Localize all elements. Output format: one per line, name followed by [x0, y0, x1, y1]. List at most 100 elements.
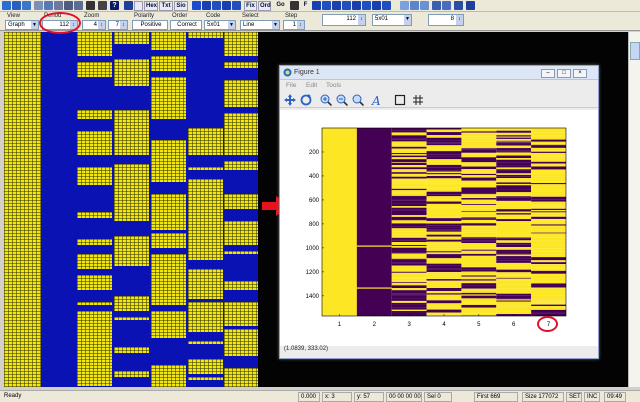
heat-cell	[461, 133, 497, 137]
status-first: First 669	[474, 392, 518, 402]
bit-block	[151, 194, 186, 209]
menu-edit[interactable]: Edit	[306, 82, 317, 89]
bit-block	[151, 311, 186, 323]
code-right-select[interactable]: 5x01 ▼	[372, 14, 412, 26]
zoom-in-icon[interactable]	[320, 94, 332, 106]
heat-cell	[426, 161, 462, 164]
zoom-stepper-b[interactable]: 7 ↕	[108, 20, 128, 30]
window-icon-4[interactable]	[432, 1, 441, 10]
blue-icon-13[interactable]	[382, 1, 391, 10]
open-icon[interactable]	[2, 1, 11, 10]
zoom-out-icon[interactable]	[336, 94, 348, 106]
grid-view-icon[interactable]	[124, 1, 133, 10]
blue-icon-4[interactable]	[222, 1, 231, 10]
window-icon-6[interactable]	[454, 1, 463, 10]
ord-button[interactable]: Ord	[258, 1, 271, 11]
heat-cell	[426, 268, 462, 269]
sio-button[interactable]: Sio	[174, 1, 188, 11]
maximize-button[interactable]: □	[557, 69, 571, 78]
blue-icon-11[interactable]	[362, 1, 371, 10]
heat-cell	[426, 309, 462, 313]
zoom-b-value: 7	[115, 22, 119, 28]
grid-icon[interactable]	[412, 94, 424, 106]
scrollbar-thumb[interactable]	[630, 42, 640, 60]
menu-tools[interactable]: Tools	[326, 82, 341, 89]
blue-icon-6[interactable]	[312, 1, 321, 10]
bit-block	[151, 233, 186, 248]
copy-icon[interactable]	[44, 1, 53, 10]
hex-button[interactable]: Hex	[144, 1, 158, 11]
polarity-select[interactable]: Positive	[132, 20, 168, 30]
blue-icon-9[interactable]	[342, 1, 351, 10]
text-tool-icon[interactable]: A	[370, 94, 382, 106]
heat-cell	[496, 169, 532, 171]
paste-icon[interactable]	[54, 1, 63, 10]
heat-cell	[496, 231, 532, 235]
blue-icon-2[interactable]	[202, 1, 211, 10]
bit-block	[224, 47, 258, 56]
rotate-icon[interactable]	[300, 94, 312, 106]
window-icon-3[interactable]	[420, 1, 429, 10]
delete-icon[interactable]	[64, 1, 73, 10]
order-select[interactable]: Correct	[170, 20, 202, 30]
pan-icon[interactable]	[284, 94, 296, 106]
minimize-button[interactable]: –	[541, 69, 555, 78]
heat-cell	[391, 155, 427, 158]
window-icon-1[interactable]	[400, 1, 409, 10]
heat-cell	[461, 219, 497, 222]
calc-icon[interactable]	[86, 1, 95, 10]
blue-icon-12[interactable]	[372, 1, 381, 10]
window-icon-5[interactable]	[442, 1, 451, 10]
heat-cell	[531, 295, 566, 299]
heat-cell	[391, 265, 427, 267]
blue-icon-5[interactable]	[232, 1, 241, 10]
blue-icon-8[interactable]	[332, 1, 341, 10]
go-button[interactable]: Go	[274, 1, 287, 11]
zoom-region-icon[interactable]	[352, 94, 364, 106]
heat-cell	[496, 213, 532, 215]
print-icon[interactable]	[74, 1, 83, 10]
f-button[interactable]: F	[301, 1, 310, 11]
cut-icon[interactable]	[34, 1, 43, 10]
period-right-stepper[interactable]: 112 ↕	[322, 14, 366, 26]
heat-cell	[391, 269, 427, 272]
heat-cell	[531, 251, 566, 255]
step-stepper[interactable]: 1 ↕	[283, 20, 305, 30]
export-icon[interactable]	[22, 1, 31, 10]
square-icon[interactable]	[394, 94, 406, 106]
blue-icon-1[interactable]	[192, 1, 201, 10]
window-icon-7[interactable]	[466, 1, 475, 10]
heat-cell	[391, 240, 427, 243]
heat-cell	[531, 169, 566, 172]
mode-button-1[interactable]	[134, 1, 143, 11]
window-icon-2[interactable]	[410, 1, 419, 10]
figure-titlebar[interactable]: Figure 1 – □ ×	[280, 66, 598, 80]
vertical-scrollbar[interactable]	[628, 32, 640, 387]
settings-icon[interactable]	[98, 1, 107, 10]
view-select[interactable]: Graph ▼	[5, 20, 39, 30]
blue-icon-10[interactable]	[352, 1, 361, 10]
heat-cell	[461, 310, 497, 313]
blue-icon-7[interactable]	[322, 1, 331, 10]
heat-cell	[531, 218, 566, 220]
fix-button[interactable]: Fix	[244, 1, 257, 11]
heat-cell	[461, 257, 497, 261]
bit-block	[77, 242, 112, 245]
heat-cell	[426, 156, 462, 160]
txt-button[interactable]: Txt	[159, 1, 173, 11]
bit-block	[224, 386, 258, 387]
select-mode-select[interactable]: Line ▼	[240, 20, 280, 30]
page-stepper[interactable]: 8 ↕	[428, 14, 464, 26]
code-select[interactable]: 5x01 ▼	[204, 20, 236, 30]
find-icon[interactable]	[290, 1, 299, 10]
blue-icon-3[interactable]	[212, 1, 221, 10]
heat-cell	[496, 288, 532, 290]
menu-file[interactable]: File	[286, 82, 296, 89]
heat-cell	[426, 254, 462, 258]
close-button[interactable]: ×	[573, 69, 587, 78]
help-icon[interactable]: ?	[110, 1, 119, 10]
save-icon[interactable]	[12, 1, 21, 10]
zoom-stepper-a[interactable]: 4 ↕	[82, 20, 106, 30]
bitstream-view[interactable]	[4, 32, 258, 387]
heat-cell	[531, 262, 566, 265]
